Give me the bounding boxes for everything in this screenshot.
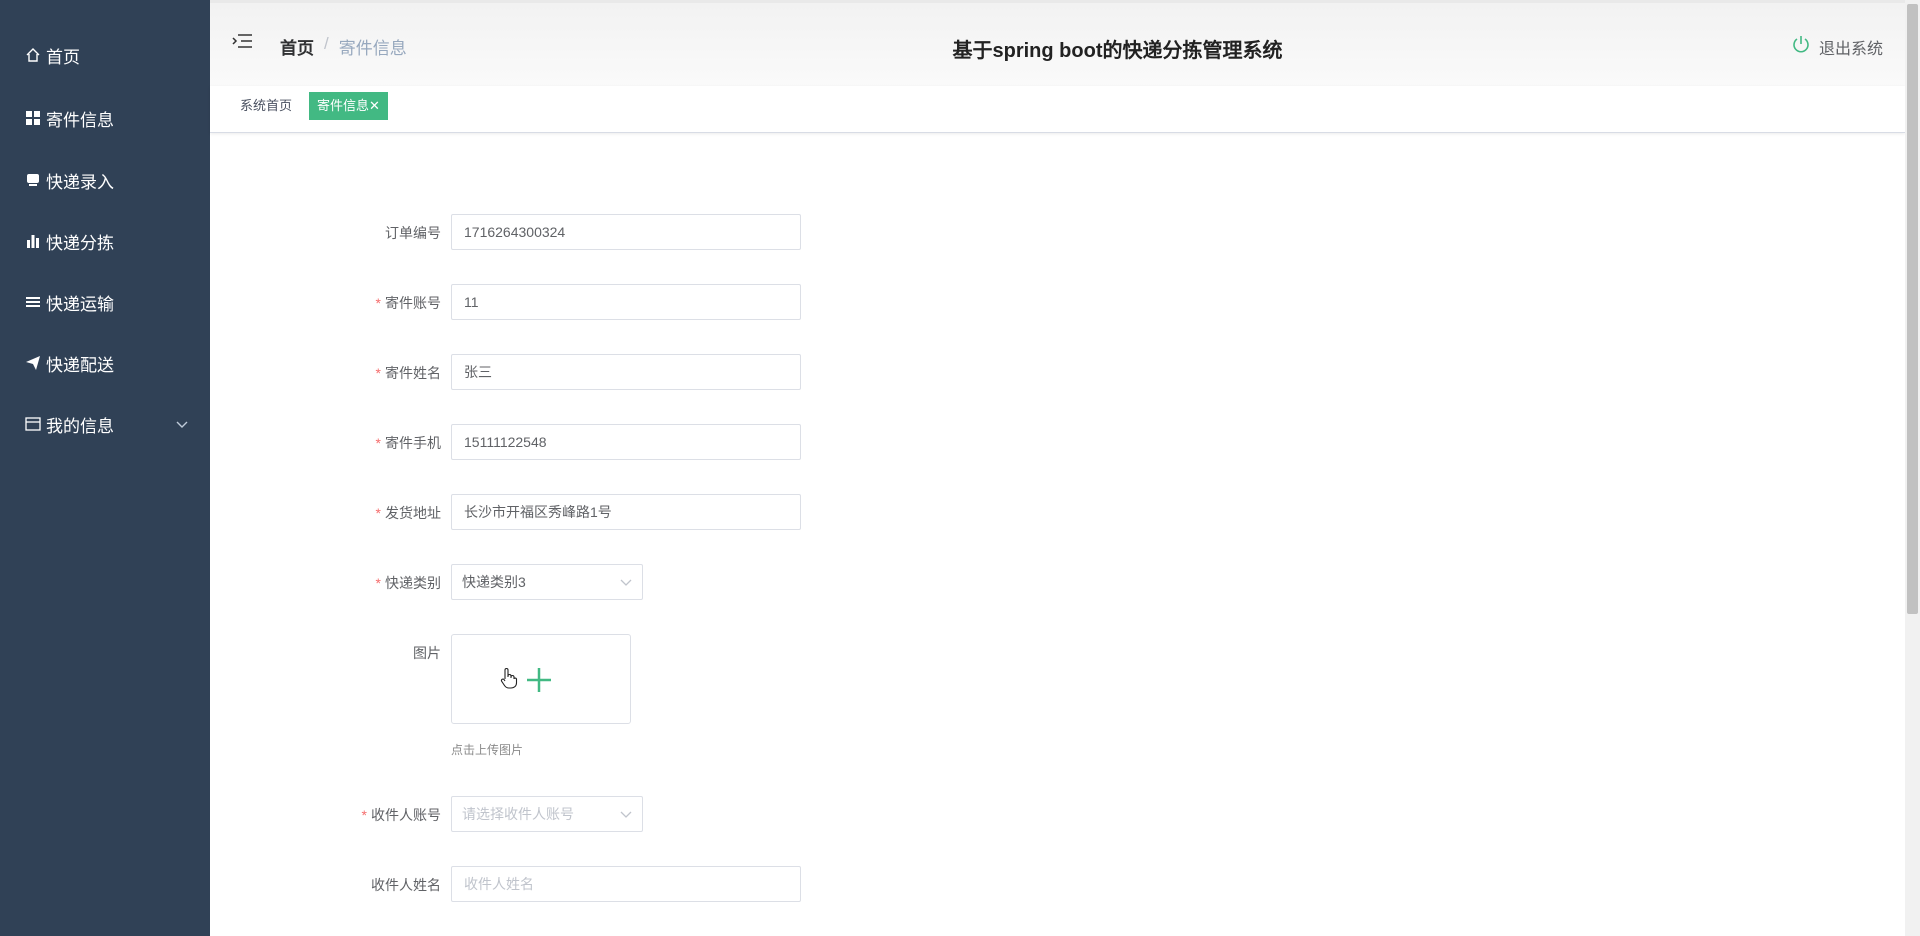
sidebar-item-label: 我的信息 [46,416,114,436]
sidebar-item-sender-info[interactable]: 寄件信息 [0,98,210,138]
form-row-ship-address: * 发货地址 [210,494,1210,530]
form-row-receiver-name: 收件人姓名 [210,866,1210,902]
required-mark: * [361,807,367,823]
form-row-order-no: 订单编号 [210,214,1210,250]
receiver-account-select[interactable]: 请选择收件人账号 [451,796,643,832]
order-no-input[interactable] [451,214,801,250]
form-row-sender-name: * 寄件姓名 [210,354,1210,390]
sidebar-item-my-info[interactable]: 我的信息 [0,404,210,444]
sidebar-item-label: 快递分拣 [46,233,114,253]
bar-chart-icon [23,234,43,248]
tags-bar: 系统首页 寄件信息✕ [210,86,1905,133]
sidebar-item-express-transport[interactable]: 快递运输 [0,282,210,322]
required-mark: * [375,575,381,591]
express-type-select[interactable]: 快递类别3 [451,564,643,600]
ship-address-input[interactable] [451,494,801,530]
select-placeholder: 请选择收件人账号 [462,806,574,822]
tag-label: 寄件信息 [317,98,370,113]
sidebar: 首页 寄件信息 快递录入 快递分拣 快递运输 快递配送 我的信息 [0,0,210,936]
tag-system-home[interactable]: 系统首页 [232,92,300,120]
header: 首页 / 寄件信息 基于spring boot的快递分拣管理系统 退出系统 [210,0,1905,86]
required-mark: * [375,505,381,521]
form-row-sender-phone: * 寄件手机 [210,424,1210,460]
sidebar-item-home[interactable]: 首页 [0,35,210,75]
sender-account-input[interactable] [451,284,801,320]
chevron-down-icon [176,414,188,434]
sidebar-item-express-sorting[interactable]: 快递分拣 [0,221,210,261]
sender-name-input[interactable] [451,354,801,390]
card-icon [23,417,43,431]
sender-phone-label: * 寄件手机 [375,435,441,451]
receiver-name-input[interactable] [451,866,801,902]
box-icon [23,173,43,187]
required-mark: * [375,365,381,381]
close-icon[interactable]: ✕ [369,98,380,113]
sidebar-item-label: 快递录入 [46,172,114,192]
select-value: 快递类别3 [462,574,526,590]
logout-button[interactable]: 退出系统 [1791,34,1883,59]
image-label: 图片 [413,645,441,661]
form-row-receiver-account: * 收件人账号 请选择收件人账号 [210,796,1210,832]
sidebar-item-express-entry[interactable]: 快递录入 [0,160,210,200]
chevron-down-icon [620,797,632,831]
sidebar-item-label: 首页 [46,47,80,67]
sender-phone-input[interactable] [451,424,801,460]
sender-name-label: * 寄件姓名 [375,365,441,381]
chevron-down-icon [620,565,632,599]
express-type-label: * 快递类别 [375,575,441,591]
form-row-express-type: * 快递类别 快递类别3 [210,564,1210,600]
required-mark: * [375,435,381,451]
logout-label: 退出系统 [1818,40,1883,58]
upload-tip: 点击上传图片 [451,743,524,757]
sidebar-item-label: 快递运输 [46,294,114,314]
required-mark: * [375,295,381,311]
order-no-label: 订单编号 [385,225,441,241]
sidebar-item-express-delivery[interactable]: 快递配送 [0,343,210,383]
scrollbar-thumb[interactable] [1907,4,1918,614]
plus-icon [525,666,553,699]
home-icon [23,47,43,63]
ship-address-label: * 发货地址 [375,505,441,521]
sidebar-item-label: 寄件信息 [46,110,114,130]
sender-account-label: * 寄件账号 [375,295,441,311]
image-upload[interactable] [451,634,631,724]
grid-icon [23,111,43,125]
send-icon [23,356,43,370]
sidebar-item-label: 快递配送 [46,355,114,375]
form-row-sender-account: * 寄件账号 [210,284,1210,320]
receiver-name-label: 收件人姓名 [371,877,441,893]
hand-cursor-icon [500,667,518,694]
receiver-account-label: * 收件人账号 [361,807,441,823]
vertical-scrollbar[interactable] [1905,0,1920,936]
power-icon [1791,34,1811,59]
list-icon [23,295,43,309]
tag-sender-info[interactable]: 寄件信息✕ [309,92,388,120]
page-title: 基于spring boot的快递分拣管理系统 [952,40,1283,62]
form-row-image: 图片 [210,634,1210,734]
